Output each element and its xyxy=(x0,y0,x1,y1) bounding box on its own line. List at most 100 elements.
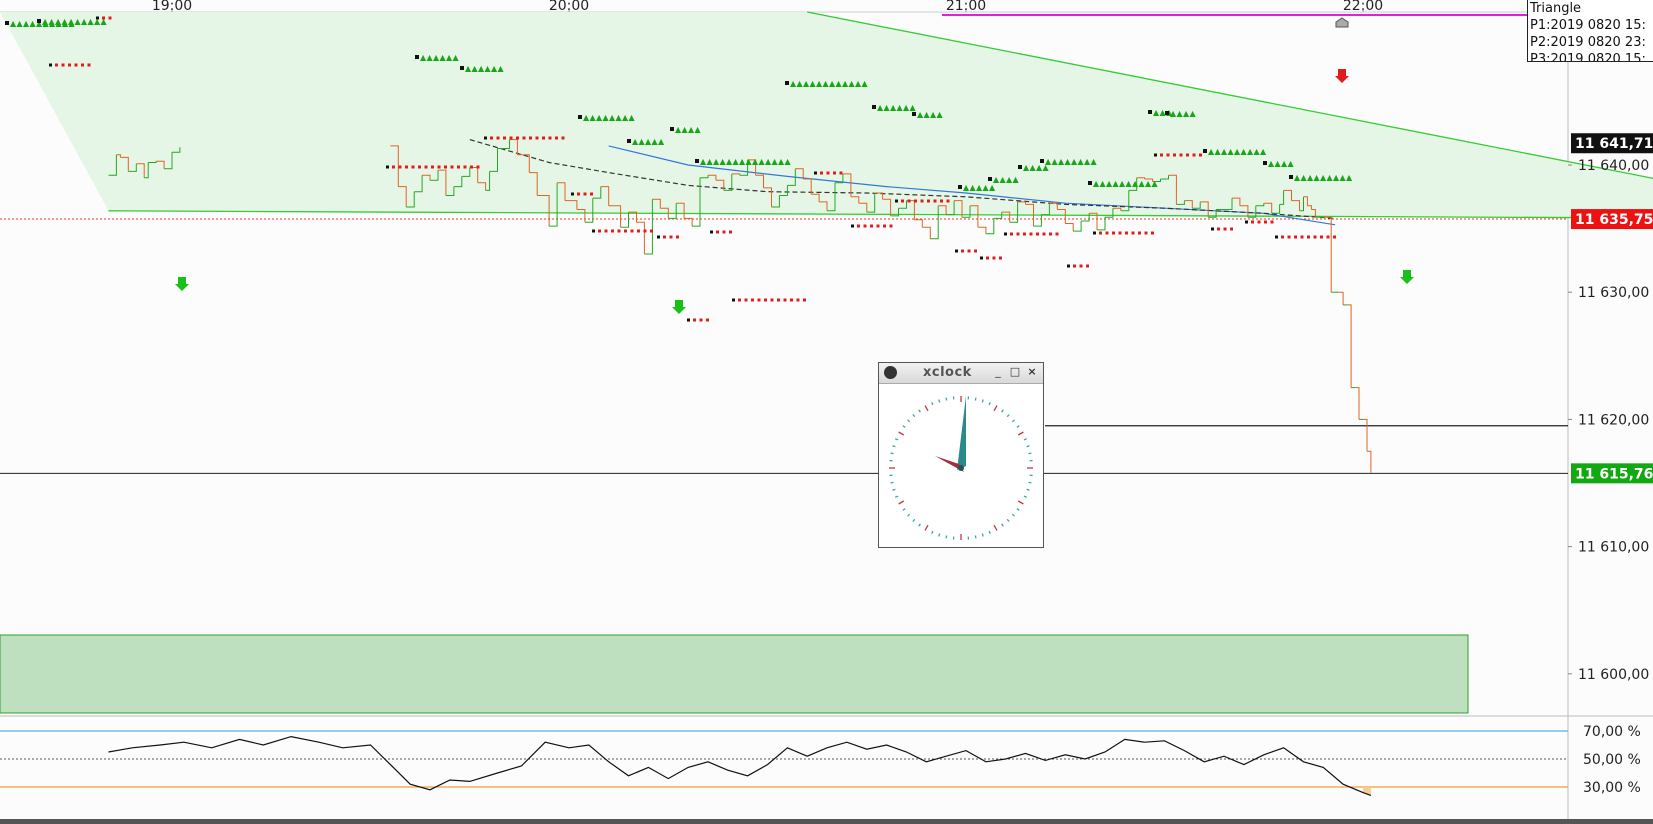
signal-dot xyxy=(1088,181,1092,185)
signal-dot xyxy=(814,171,817,175)
sell-marker xyxy=(669,235,673,239)
sell-marker xyxy=(927,199,930,203)
sell-marker xyxy=(598,229,601,233)
rsi-tick-label: 70,00 % xyxy=(1583,724,1641,740)
sell-marker xyxy=(1144,231,1148,235)
sell-marker xyxy=(617,229,621,233)
clock-tick xyxy=(988,401,991,406)
signal-dot xyxy=(1148,110,1152,114)
sell-marker xyxy=(418,165,421,169)
close-icon[interactable]: × xyxy=(1025,365,1039,379)
signal-dot xyxy=(627,139,631,143)
window-titlebar[interactable]: xclock _ □ × xyxy=(879,363,1043,384)
signal-dot xyxy=(1018,165,1022,169)
sell-marker xyxy=(643,229,647,233)
clock-tick xyxy=(945,397,948,401)
sell-marker xyxy=(450,165,454,169)
sell-marker xyxy=(992,256,996,260)
buy-marker: ▲ xyxy=(1152,179,1159,188)
sell-marker xyxy=(790,298,793,302)
sell-marker xyxy=(1173,153,1176,157)
buy-marker: ▲ xyxy=(658,137,665,146)
clock-tick xyxy=(1011,513,1015,517)
clock-tick xyxy=(1026,488,1030,491)
signal-dot xyxy=(1165,111,1169,115)
sell-marker xyxy=(901,199,904,203)
sell-marker xyxy=(87,63,91,67)
sell-marker xyxy=(961,249,964,253)
clock-tick xyxy=(912,518,916,522)
clock-tick xyxy=(1017,431,1024,436)
minute-hand xyxy=(957,396,966,470)
maximize-icon[interactable]: □ xyxy=(1008,365,1022,379)
clock-tick xyxy=(931,401,934,406)
sell-marker xyxy=(1257,220,1261,224)
signal-dot xyxy=(872,105,876,109)
sell-marker xyxy=(889,224,893,228)
sell-marker xyxy=(1179,153,1183,157)
clock-tick xyxy=(1006,518,1010,522)
clock-tick xyxy=(1023,438,1028,441)
clock-tick xyxy=(907,513,911,517)
sell-marker xyxy=(863,224,867,228)
sell-marker xyxy=(431,165,434,169)
signal-dot xyxy=(1040,159,1044,163)
signal-dot xyxy=(37,19,41,23)
signal-dot xyxy=(785,81,789,85)
sell-marker xyxy=(470,165,473,169)
signal-dot xyxy=(687,318,690,322)
sell-marker xyxy=(1230,227,1233,231)
sell-marker xyxy=(757,298,761,302)
minimize-icon[interactable]: _ xyxy=(991,365,1005,379)
legend-line: P1:2019 0820 15: xyxy=(1530,18,1646,33)
sell-marker xyxy=(637,229,640,233)
sell-marker xyxy=(933,199,937,203)
sell-marker xyxy=(1079,264,1083,268)
legend-title: Triangle xyxy=(1530,1,1582,16)
clock-icon[interactable] xyxy=(884,366,897,379)
sell-marker xyxy=(706,318,709,322)
sell-marker xyxy=(476,165,480,169)
sell-marker xyxy=(1287,235,1291,239)
clock-tick xyxy=(918,409,921,413)
sell-marker xyxy=(1313,235,1317,239)
sell-marker xyxy=(876,224,880,228)
buy-marker: ▲ xyxy=(1346,173,1353,182)
sell-marker xyxy=(1294,235,1297,239)
sell-marker xyxy=(503,136,506,140)
price-tick-label: 11 620,00 xyxy=(1578,412,1649,428)
sell-marker xyxy=(496,136,500,140)
signal-dot xyxy=(1093,231,1096,235)
price-tick-label: 11 630,00 xyxy=(1578,285,1649,301)
sell-marker xyxy=(1118,231,1122,235)
signal-dot xyxy=(578,115,582,119)
sell-marker xyxy=(398,165,402,169)
sell-marker xyxy=(529,136,532,140)
sell-marker xyxy=(1199,153,1202,157)
sell-marker xyxy=(108,16,112,20)
sell-marker xyxy=(729,230,732,234)
signal-dot xyxy=(1067,264,1070,268)
signal-dot xyxy=(415,55,419,59)
sell-marker xyxy=(744,298,748,302)
signal-dot xyxy=(1154,153,1157,157)
sell-marker xyxy=(999,256,1002,260)
clock-tick xyxy=(1023,495,1028,498)
clock-tick xyxy=(938,533,941,537)
sell-marker xyxy=(826,171,830,175)
clock-tick xyxy=(981,533,984,537)
sell-marker xyxy=(1281,235,1284,239)
xclock-window[interactable]: xclock _ □ × xyxy=(878,362,1044,548)
sell-marker xyxy=(509,136,513,140)
clock-tick xyxy=(1016,508,1020,511)
sell-marker xyxy=(1125,231,1128,235)
signal-dot xyxy=(592,229,595,233)
chart-canvas[interactable]: ▲ ▲ ▲ ▲ ▲ ▲ ▲ ▲ ▲ ▲▲ ▲ ▲ ▲ ▲ ▲ ▲ ▲ ▲ ▲▲ ▲ ▲ ▲ ▲ ▲▲ ▲ ▲ ▲ ▲ ▲▲ ▲ ▲ ▲ ▲ ▲ ▲ ▲… xyxy=(0,0,1653,824)
sell-marker xyxy=(392,165,395,169)
sell-marker xyxy=(967,249,971,253)
signal-dot xyxy=(912,112,916,116)
buy-marker: ▲ xyxy=(862,79,869,88)
buy-marker: ▲ xyxy=(1013,175,1020,184)
sell-marker xyxy=(940,199,943,203)
signal-dot xyxy=(851,224,854,228)
